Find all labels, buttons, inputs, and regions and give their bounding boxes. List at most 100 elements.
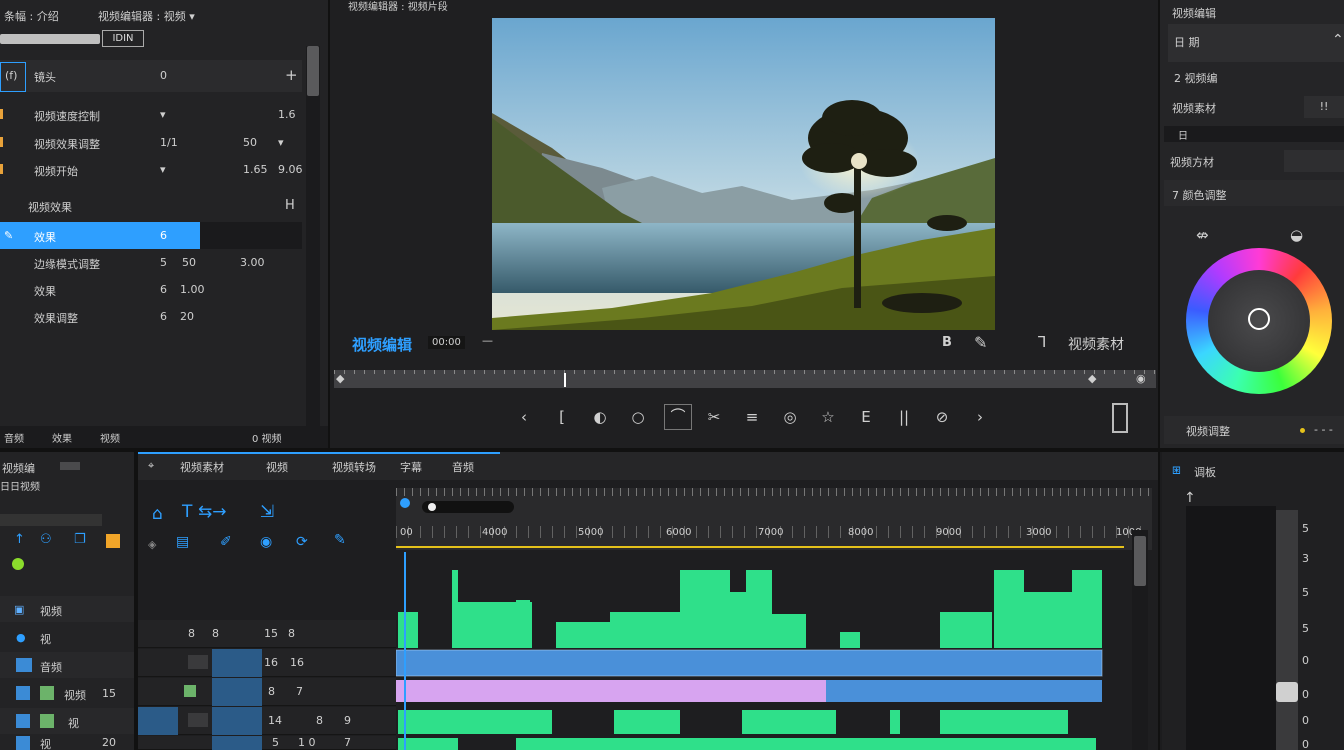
- prop-row[interactable]: 效果 6 1.00: [0, 276, 302, 303]
- color-wheel[interactable]: [1186, 248, 1332, 394]
- disable-icon[interactable]: ⊘: [932, 408, 952, 426]
- tab-media[interactable]: 视频素材: [180, 459, 224, 475]
- lock-icon[interactable]: ◈: [148, 538, 156, 551]
- scrollbar-thumb[interactable]: [1134, 536, 1146, 586]
- prop-value[interactable]: 50: [243, 136, 257, 149]
- track-area[interactable]: [395, 552, 1132, 750]
- pause-icon[interactable]: ||: [894, 408, 914, 426]
- loop-icon[interactable]: ◐: [590, 408, 610, 426]
- prop-value[interactable]: 6: [160, 283, 167, 296]
- track-header[interactable]: 14 8 9: [138, 707, 396, 735]
- prop-value[interactable]: ▾: [160, 108, 166, 121]
- more-icon[interactable]: - - -: [1314, 423, 1333, 436]
- playhead-marker[interactable]: [564, 373, 567, 387]
- prop-row[interactable]: 视频效果调整 1/1 50 ▾: [0, 129, 302, 156]
- pen-icon[interactable]: ✐: [220, 534, 232, 550]
- out-point-icon[interactable]: ◆: [1088, 372, 1096, 385]
- record-icon[interactable]: ◉: [260, 534, 272, 550]
- prop-row-selected[interactable]: ✎ 效果 6: [0, 222, 200, 249]
- prop-value[interactable]: 50: [182, 256, 196, 269]
- prop-value[interactable]: H: [285, 198, 295, 213]
- work-area-bar[interactable]: [396, 546, 1124, 548]
- next-icon[interactable]: ›: [970, 408, 990, 426]
- prop-value[interactable]: 1.00: [180, 283, 205, 296]
- list-item[interactable]: 视 20: [0, 736, 134, 750]
- prop-value[interactable]: 6: [160, 310, 167, 323]
- upload-icon[interactable]: ↑: [14, 532, 25, 547]
- field-value[interactable]: !!: [1304, 96, 1344, 118]
- prop-value[interactable]: 3.00: [240, 256, 265, 269]
- snap-icon[interactable]: ⇲: [260, 502, 274, 522]
- tab-transitions[interactable]: 视频转场: [332, 459, 376, 475]
- prop-value[interactable]: 1.65: [243, 163, 268, 176]
- list-item[interactable]: 视: [0, 708, 134, 734]
- prop-value[interactable]: 1/1: [160, 136, 178, 149]
- list-item[interactable]: 视频 15: [0, 680, 134, 706]
- track-header[interactable]: 5 1 0 7: [138, 736, 396, 750]
- footer-tab[interactable]: 效果: [52, 430, 72, 445]
- fader-knob[interactable]: [1276, 682, 1298, 702]
- align-icon[interactable]: ≡: [742, 408, 762, 426]
- menu-item-1[interactable]: 条幅 : 介绍: [4, 8, 59, 24]
- people-icon[interactable]: ⚇: [40, 532, 52, 547]
- export-frame-icon[interactable]: E: [856, 408, 876, 426]
- mark-in-icon[interactable]: [: [552, 408, 572, 426]
- prop-row[interactable]: 视频速度控制 ▾ 1.6: [0, 101, 302, 128]
- color-label-icon[interactable]: [106, 534, 120, 548]
- prop-row[interactable]: 效果调整 6 20: [0, 303, 302, 330]
- video-preview[interactable]: [492, 18, 995, 330]
- panel-handle[interactable]: [60, 462, 80, 470]
- scrollbar[interactable]: [306, 46, 320, 426]
- fullscreen-icon[interactable]: [1112, 403, 1128, 433]
- prop-value[interactable]: ▾: [160, 163, 166, 176]
- color-field-1[interactable]: 日 期 ⌃: [1168, 24, 1344, 62]
- prop-value[interactable]: 1.6: [278, 108, 296, 121]
- zoom-icon[interactable]: ○: [628, 408, 648, 426]
- timeline-scrollbar[interactable]: [1132, 530, 1148, 750]
- b-button[interactable]: B: [942, 335, 952, 350]
- timecode[interactable]: 00:00: [428, 336, 465, 349]
- tab-video[interactable]: 视频: [266, 459, 288, 475]
- up-arrow-icon[interactable]: ↑: [1184, 490, 1196, 506]
- prop-row[interactable]: 视频开始 ▾ 1.65 9.06: [0, 156, 303, 183]
- folder-icon[interactable]: ▤: [176, 534, 189, 550]
- list-item[interactable]: 音频: [0, 652, 134, 678]
- copy-icon[interactable]: ❐: [74, 532, 86, 547]
- tab-titles[interactable]: 字幕: [400, 459, 422, 475]
- scrollbar-thumb[interactable]: [307, 46, 319, 96]
- prop-row[interactable]: 视频效果 H: [0, 192, 302, 219]
- ripple-icon[interactable]: ⇆→: [198, 502, 227, 522]
- field-input[interactable]: [1284, 150, 1344, 172]
- footer-tab[interactable]: 视频: [100, 430, 120, 445]
- brush-icon[interactable]: ✎: [334, 532, 346, 548]
- sync-icon[interactable]: ⟳: [296, 534, 308, 550]
- prop-value[interactable]: 20: [180, 310, 194, 323]
- text-tool-icon[interactable]: Ꞁ: [1038, 333, 1046, 351]
- tab-audio[interactable]: 音频: [452, 459, 474, 475]
- fader-track[interactable]: [1276, 510, 1298, 750]
- prop-row[interactable]: 边缘模式调整 5 50 3.00: [0, 249, 302, 276]
- color-wheel-handle[interactable]: [1248, 308, 1270, 330]
- pencil-icon[interactable]: ✎: [974, 333, 987, 352]
- prop-value[interactable]: 6: [160, 229, 167, 242]
- list-item[interactable]: ● 视: [0, 624, 134, 650]
- zoom-slider[interactable]: [422, 501, 514, 513]
- track-header[interactable]: 16 16: [138, 649, 396, 677]
- marker-icon[interactable]: ◉: [1136, 372, 1146, 385]
- menu-item-2[interactable]: 视频编辑器 : 视频 ▾: [98, 8, 195, 24]
- circle-icon[interactable]: ◒: [1290, 226, 1303, 244]
- prop-value[interactable]: 5: [160, 256, 167, 269]
- prev-icon[interactable]: ‹: [514, 408, 534, 426]
- search-input[interactable]: [0, 514, 102, 526]
- menu-icon[interactable]: ⌖: [148, 459, 154, 473]
- track-header[interactable]: 8 7: [138, 678, 396, 706]
- target-icon[interactable]: ◎: [780, 408, 800, 426]
- zoom-handle[interactable]: [428, 503, 436, 511]
- star-icon[interactable]: ☆: [818, 408, 838, 426]
- color-field-3[interactable]: 视频素材 !!: [1164, 92, 1344, 122]
- in-point-icon[interactable]: ◆: [336, 372, 344, 385]
- badge[interactable]: IDIN: [102, 30, 144, 47]
- chevron-icon[interactable]: ⌃: [1332, 32, 1344, 48]
- razor-icon[interactable]: ✂: [704, 408, 724, 426]
- prop-value[interactable]: ▾: [278, 136, 284, 149]
